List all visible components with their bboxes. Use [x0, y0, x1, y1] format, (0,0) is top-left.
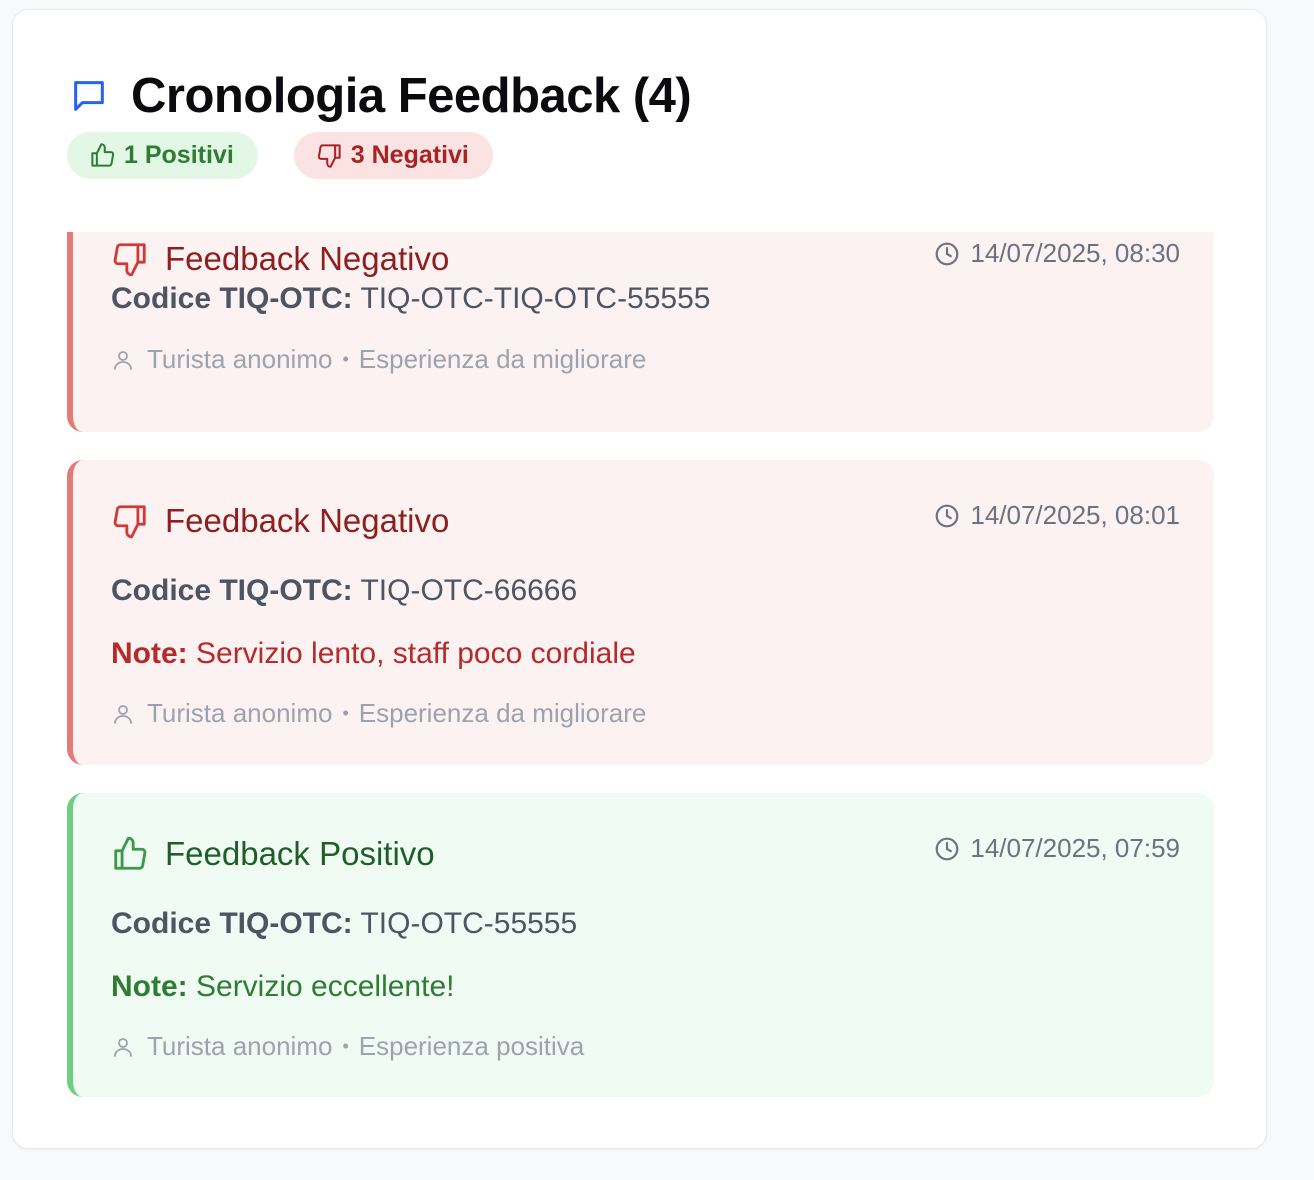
- experience-label: Esperienza da migliorare: [358, 698, 647, 728]
- thumbs-up-icon: [114, 836, 147, 870]
- thumbs-down-icon: [113, 243, 146, 277]
- separator-dot: •: [342, 1036, 349, 1056]
- user-label: Turista anonimo: [147, 698, 333, 728]
- feedback-timestamp: 14/07/2025, 07:59: [934, 833, 1180, 864]
- timestamp-text: 14/07/2025, 08:01: [970, 500, 1180, 530]
- negative-count-badge: 3 Negativi: [293, 132, 493, 179]
- code-label: Codice TIQ-OTC:: [111, 574, 353, 607]
- feedback-history-card: Cronologia Feedback (4) 1 Positivi 3 Neg…: [12, 9, 1267, 1149]
- feedback-type-label: Feedback Negativo: [165, 240, 450, 277]
- feedback-meta: Turista anonimo • Esperienza da migliora…: [111, 344, 646, 375]
- feedback-meta: Turista anonimo • Esperienza da migliora…: [111, 698, 646, 729]
- user-label: Turista anonimo: [147, 1031, 333, 1061]
- card-header: Cronologia Feedback (4): [69, 68, 692, 124]
- user-label: Turista anonimo: [147, 344, 333, 374]
- code-label: Codice TIQ-OTC:: [111, 907, 353, 940]
- experience-label: Esperienza da migliorare: [358, 344, 647, 374]
- note-text: Servizio lento, staff poco cordiale: [196, 637, 636, 670]
- thumbs-up-icon: [91, 143, 115, 167]
- feedback-note: Note: Servizio lento, staff poco cordial…: [111, 637, 636, 671]
- feedback-note: Note: Servizio eccellente!: [111, 970, 454, 1004]
- summary-badges: 1 Positivi 3 Negativi: [67, 132, 493, 179]
- clock-icon: [935, 837, 959, 860]
- chat-bubble-icon: [69, 76, 109, 116]
- note-label: Note:: [111, 637, 188, 670]
- positive-count-label: 1 Positivi: [124, 141, 234, 169]
- user-icon: [114, 350, 132, 370]
- thumbs-down-icon: [317, 144, 341, 168]
- feedback-meta: Turista anonimo • Esperienza positiva: [111, 1031, 584, 1062]
- timestamp-text: 14/07/2025, 08:30: [970, 238, 1180, 268]
- thumbs-down-icon: [113, 505, 146, 539]
- code-label: Codice TIQ-OTC:: [111, 282, 353, 315]
- clock-icon: [935, 242, 959, 265]
- clock-icon: [935, 504, 959, 527]
- feedback-timestamp: 14/07/2025, 08:30: [934, 238, 1180, 269]
- note-label: Note:: [111, 970, 188, 1003]
- feedback-code: Codice TIQ-OTC: TIQ-OTC-TIQ-OTC-55555: [111, 282, 710, 316]
- timestamp-text: 14/07/2025, 07:59: [970, 833, 1180, 863]
- user-icon: [114, 1037, 132, 1057]
- code-value: TIQ-OTC-TIQ-OTC-55555: [360, 282, 711, 315]
- feedback-item: Feedback Positivo 14/07/2025, 07:59 Codi…: [67, 793, 1214, 1097]
- feedback-timestamp: 14/07/2025, 08:01: [934, 500, 1180, 531]
- feedback-type-label: Feedback Negativo: [165, 502, 450, 539]
- user-icon: [114, 704, 132, 724]
- feedback-type-label: Feedback Positivo: [165, 835, 435, 872]
- experience-label: Esperienza positiva: [358, 1031, 585, 1061]
- separator-dot: •: [342, 349, 349, 369]
- code-value: TIQ-OTC-66666: [360, 574, 578, 607]
- page-title: Cronologia Feedback (4): [131, 69, 692, 123]
- negative-count-label: 3 Negativi: [350, 141, 469, 169]
- code-value: TIQ-OTC-55555: [360, 907, 578, 940]
- feedback-item: Feedback Negativo 14/07/2025, 08:30 Codi…: [67, 232, 1214, 432]
- feedback-item: Feedback Negativo 14/07/2025, 08:01 Codi…: [67, 460, 1214, 765]
- note-text: Servizio eccellente!: [196, 970, 455, 1003]
- feedback-code: Codice TIQ-OTC: TIQ-OTC-55555: [111, 907, 577, 941]
- separator-dot: •: [342, 703, 349, 723]
- positive-count-badge: 1 Positivi: [67, 132, 258, 179]
- feedback-code: Codice TIQ-OTC: TIQ-OTC-66666: [111, 574, 577, 608]
- feedback-list[interactable]: Feedback Negativo 14/07/2025, 08:30 Codi…: [67, 232, 1214, 1117]
